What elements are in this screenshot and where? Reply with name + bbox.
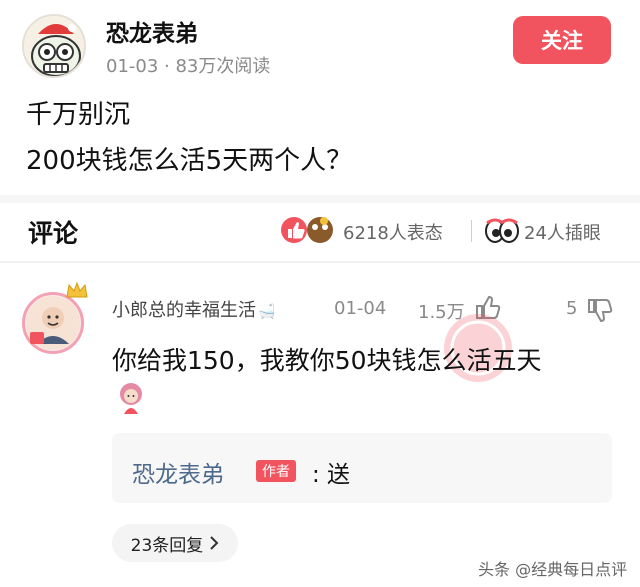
- more-replies-label: 23条回复: [130, 535, 204, 556]
- source-watermark: 头条 @经典每日点评: [478, 560, 628, 579]
- author-badge: 作者: [256, 460, 296, 482]
- stickers-count[interactable]: 24人插眼: [524, 219, 601, 245]
- comments-divider: [0, 261, 640, 263]
- eyes-icon[interactable]: [484, 217, 520, 245]
- section-divider: [0, 195, 640, 203]
- reply-text: : 送: [312, 462, 351, 488]
- header-divider: [471, 220, 472, 242]
- comment-date: 01-04: [334, 298, 387, 319]
- follow-button[interactable]: 关注: [513, 16, 611, 64]
- more-replies-button[interactable]: 23条回复: [112, 524, 238, 562]
- author-avatar[interactable]: [22, 14, 86, 78]
- reply-author-name[interactable]: 恐龙表弟: [132, 455, 224, 489]
- post-meta: 01-03 · 83万次阅读: [106, 56, 271, 77]
- comment-text: 你给我150，我教你50块钱怎么活五天: [112, 346, 542, 375]
- girl-sticker-icon: [116, 382, 146, 414]
- author-reply[interactable]: 恐龙表弟 作者 : 送: [112, 433, 612, 503]
- emoji-icon: [307, 217, 333, 243]
- crown-icon: [66, 281, 88, 298]
- commenter-name[interactable]: 小郎总的幸福生活 🛁: [112, 296, 275, 322]
- thumbs-up-icon: [281, 217, 307, 243]
- comments-title: 评论: [28, 219, 79, 248]
- chevron-right-icon: [210, 536, 219, 550]
- comment-dislike-count[interactable]: 5: [566, 298, 577, 319]
- comments-header: 评论 6218人表态 24人插眼: [0, 203, 640, 261]
- cartoon-avatar-icon: [24, 16, 84, 76]
- thumbs-down-icon[interactable]: [586, 296, 614, 324]
- post-text-line1: 千万别沉: [26, 100, 131, 130]
- reactions-count[interactable]: 6218人表态: [343, 219, 443, 245]
- author-name[interactable]: 恐龙表弟: [106, 14, 198, 48]
- bathtub-icon: 🛁: [258, 304, 276, 320]
- post-card: 恐龙表弟 01-03 · 83万次阅读 关注 千万别沉 200块钱怎么活5天两个…: [0, 0, 640, 195]
- post-text-line2: 200块钱怎么活5天两个人？: [26, 146, 353, 176]
- reactions-icons[interactable]: [280, 213, 338, 247]
- commenter-avatar[interactable]: [22, 281, 88, 354]
